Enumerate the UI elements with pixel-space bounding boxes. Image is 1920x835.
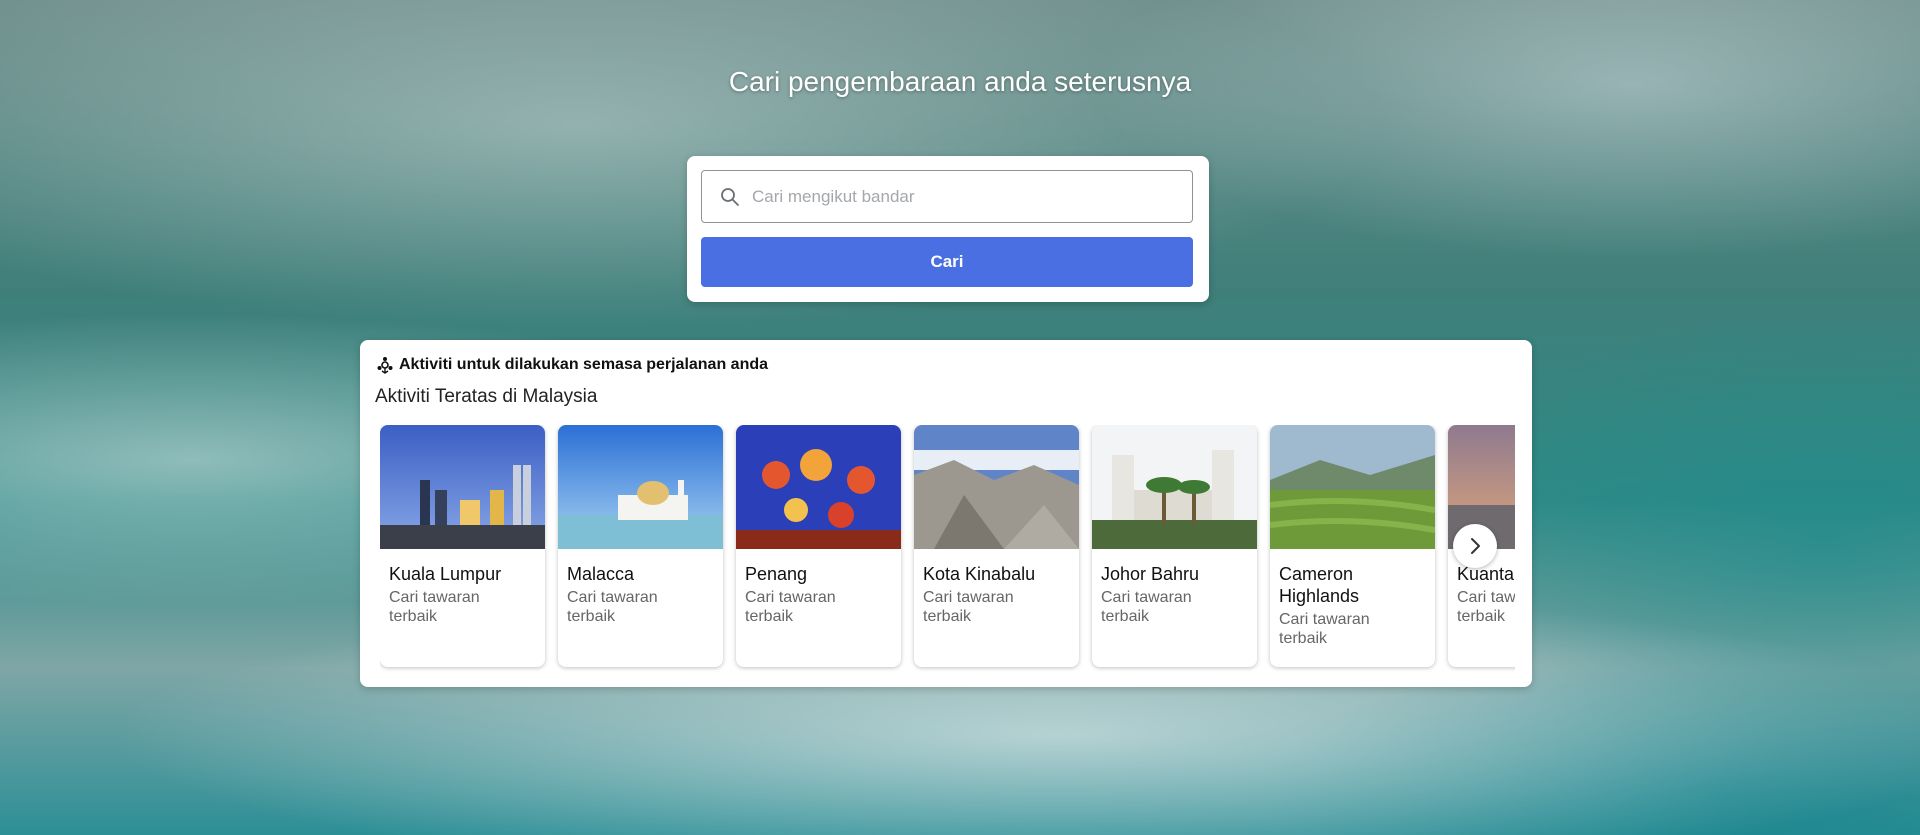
city-card-penang[interactable]: Penang Cari tawaran terbaik: [736, 425, 901, 667]
section-heading: Aktiviti untuk dilakukan semasa perjalan…: [376, 356, 768, 374]
city-desc: Cari tawaran terbaik: [923, 589, 1014, 625]
activities-section: Aktiviti untuk dilakukan semasa perjalan…: [360, 340, 1532, 687]
page-title: Cari pengembaraan anda seterusnya: [728, 66, 1192, 97]
city-card-kota-kinabalu[interactable]: Kota Kinabalu Cari tawaran terbaik: [914, 425, 1079, 667]
city-name: Malacca: [567, 564, 635, 584]
city-image: [380, 425, 545, 549]
activities-icon: [377, 357, 393, 374]
carousel-track: Kuala Lumpur Cari tawaran terbaik Malacc…: [380, 425, 1515, 667]
city-carousel: Kuala Lumpur Cari tawaran terbaik Malacc…: [380, 425, 1515, 673]
city-name: Kota Kinabalu: [923, 564, 1036, 584]
carousel-next-button[interactable]: [1453, 524, 1497, 568]
search-card: Cari: [687, 156, 1209, 302]
city-card-johor-bahru[interactable]: Johor Bahru Cari tawaran terbaik: [1092, 425, 1257, 667]
city-image: [558, 425, 723, 549]
section-subtitle: Aktiviti Teratas di Malaysia: [375, 386, 598, 407]
city-desc: Cari tawaran terbaik: [389, 589, 480, 625]
city-card-kuala-lumpur[interactable]: Kuala Lumpur Cari tawaran terbaik: [380, 425, 545, 667]
city-name: Johor Bahru: [1101, 564, 1200, 584]
city-name: Penang: [745, 564, 808, 584]
city-card-malacca[interactable]: Malacca Cari tawaran terbaik: [558, 425, 723, 667]
city-desc: Cari tawaran terbaik: [567, 589, 658, 625]
city-desc: Cari tawaran terbaik: [1101, 589, 1192, 625]
chevron-right-icon: [1471, 538, 1480, 554]
city-image: [736, 425, 901, 549]
city-name: Kuala Lumpur: [389, 564, 502, 584]
section-heading-label: Aktiviti untuk dilakukan semasa perjalan…: [399, 356, 769, 373]
city-card-cameron-highlands[interactable]: Cameron Highlands Cari tawaran terbaik: [1270, 425, 1435, 667]
search-field[interactable]: [701, 170, 1193, 223]
city-image: [1092, 425, 1257, 549]
search-button[interactable]: Cari: [701, 237, 1193, 287]
search-input[interactable]: [750, 185, 1174, 208]
city-desc: Cari tawaran terbaik: [1279, 611, 1370, 647]
city-image: [914, 425, 1079, 549]
city-desc: Cari tawaran terbaik: [745, 589, 836, 625]
city-image: [1270, 425, 1435, 549]
city-name: Cameron Highlands: [1279, 564, 1360, 606]
search-icon: [721, 187, 739, 206]
city-desc: Cari tawaran terbaik: [1457, 589, 1515, 625]
